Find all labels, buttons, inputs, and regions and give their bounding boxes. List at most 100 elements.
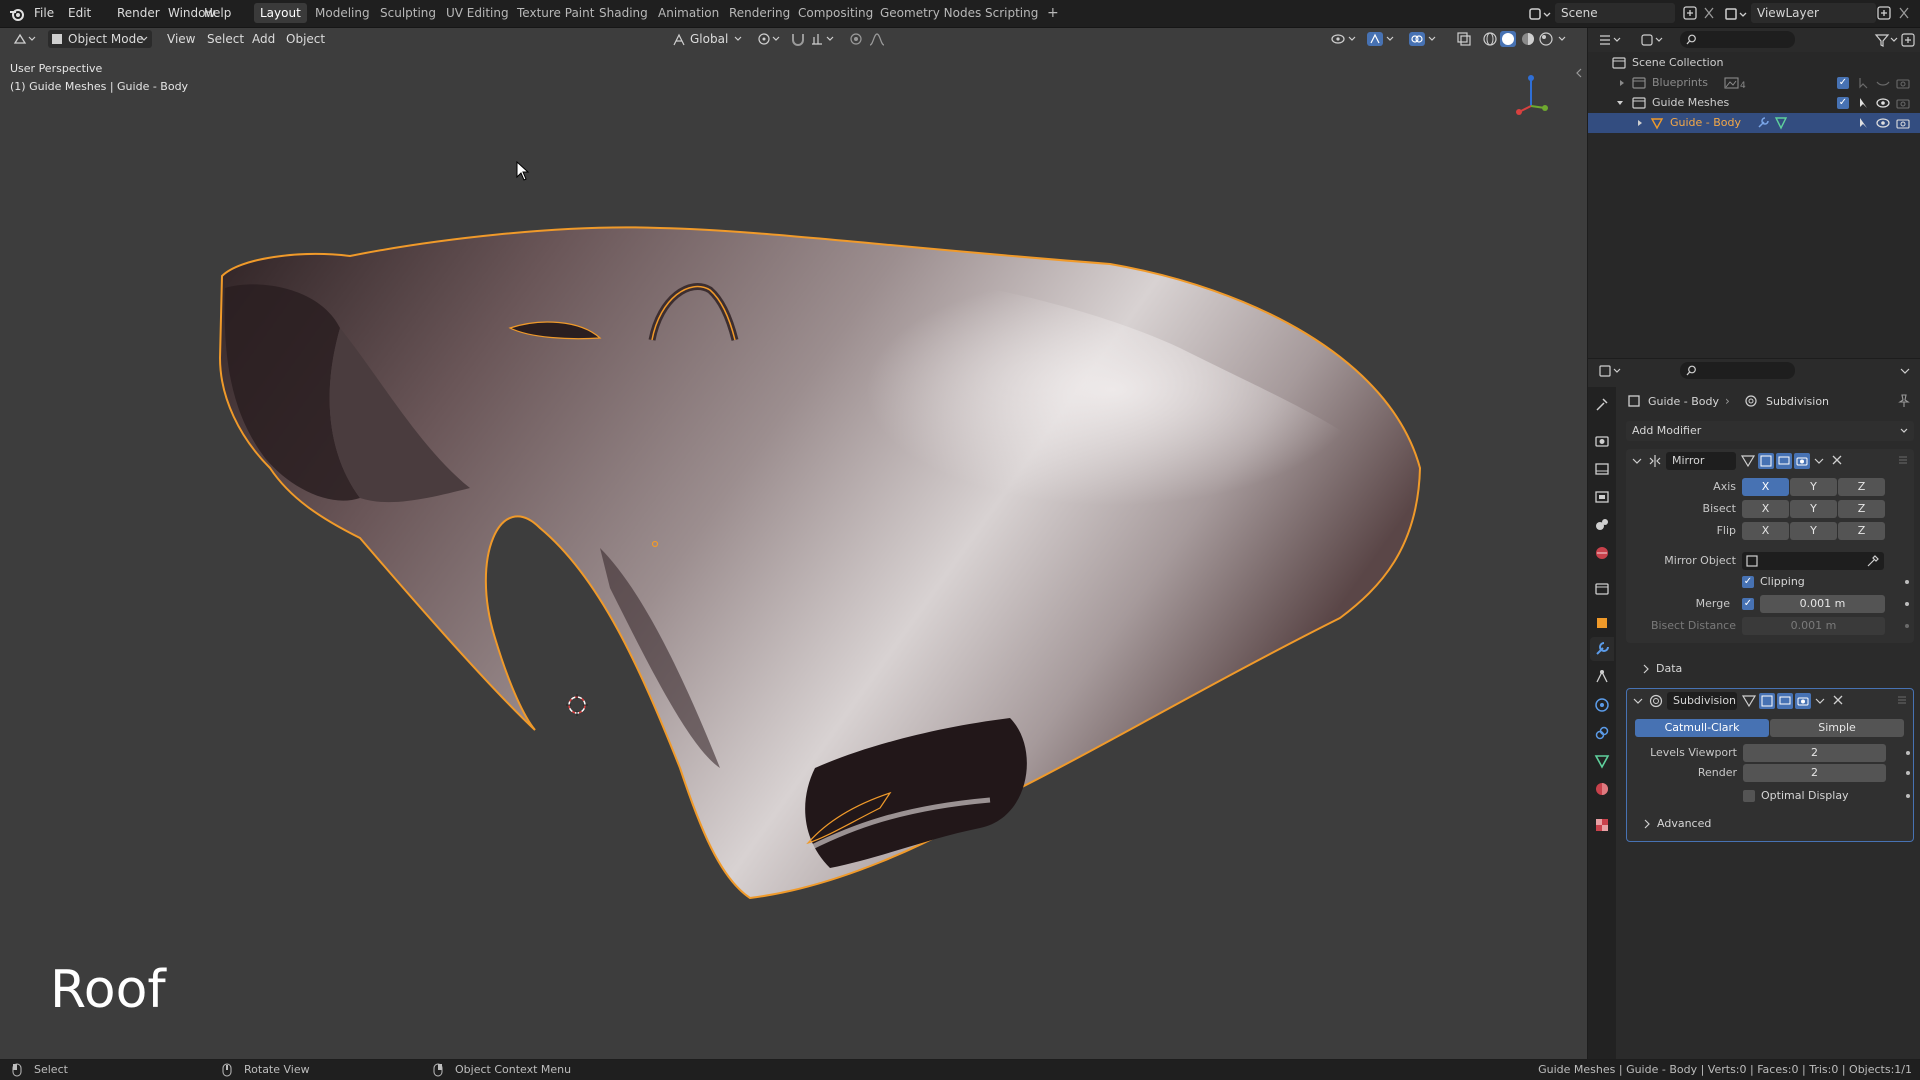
keyframe-dot[interactable] — [1905, 602, 1909, 606]
exclude-checkbox[interactable]: ✓ — [1837, 77, 1849, 89]
modifier-menu-chevron-icon[interactable] — [1815, 697, 1825, 705]
bisect-distance-field[interactable]: 0.001 m — [1742, 617, 1885, 635]
outliner-item-guide-meshes[interactable]: Guide Meshes ✓ — [1588, 93, 1920, 113]
flip-y-toggle[interactable]: Y — [1790, 522, 1837, 540]
levels-viewport-field[interactable]: 2 — [1743, 744, 1886, 762]
proportional-edit-icon[interactable] — [848, 31, 864, 47]
collapse-chevron-icon[interactable] — [1632, 457, 1642, 465]
display-mode-icon[interactable] — [1640, 32, 1666, 48]
menu-edit[interactable]: Edit — [68, 6, 91, 20]
modifier-menu-chevron-icon[interactable] — [1814, 457, 1824, 465]
delete-view-layer-icon[interactable] — [1898, 6, 1910, 20]
flip-x-toggle[interactable]: X — [1742, 522, 1789, 540]
menu-view[interactable]: View — [167, 32, 195, 46]
keyframe-dot[interactable] — [1906, 751, 1910, 755]
render-camera-icon[interactable] — [1896, 77, 1910, 89]
exclude-checkbox[interactable]: ✓ — [1837, 97, 1849, 109]
falloff-icon[interactable] — [868, 31, 894, 47]
solid-shading-icon[interactable] — [1500, 31, 1516, 47]
car-body-mesh[interactable] — [0, 28, 1587, 1059]
modifier-tab-icon[interactable] — [1594, 641, 1610, 657]
outliner-item-blueprints[interactable]: Blueprints 4 ✓ — [1588, 73, 1920, 93]
outliner-scene-collection[interactable]: Scene Collection — [1588, 53, 1920, 73]
menu-add[interactable]: Add — [252, 32, 275, 46]
close-icon[interactable] — [1832, 455, 1842, 465]
particles-tab-icon[interactable] — [1594, 669, 1610, 685]
tool-tab-icon[interactable] — [1594, 397, 1610, 413]
bisect-y-toggle[interactable]: Y — [1790, 500, 1837, 518]
collection-tab-icon[interactable] — [1594, 581, 1610, 597]
axis-z-toggle[interactable]: Z — [1838, 478, 1885, 496]
bisect-x-toggle[interactable]: X — [1742, 500, 1789, 518]
eyedropper-icon[interactable] — [1866, 554, 1880, 568]
texture-tab-icon[interactable] — [1594, 817, 1610, 833]
wireframe-shading-icon[interactable] — [1482, 31, 1498, 47]
menu-help[interactable]: Help — [204, 6, 231, 20]
simple-button[interactable]: Simple — [1770, 719, 1904, 737]
select-arrow-icon[interactable] — [1858, 96, 1870, 110]
object-tab-icon[interactable] — [1594, 615, 1610, 631]
bisect-z-toggle[interactable]: Z — [1838, 500, 1885, 518]
keyframe-dot[interactable] — [1905, 624, 1909, 628]
properties-search-input[interactable] — [1680, 362, 1795, 379]
render-toggle-icon[interactable] — [1795, 693, 1811, 709]
outliner-search-input[interactable] — [1680, 31, 1795, 48]
data-subpanel-header[interactable]: Data — [1642, 660, 1842, 678]
navigation-gizmo[interactable] — [1505, 68, 1555, 118]
viewport-toggle-icon[interactable] — [1776, 453, 1792, 469]
sidebar-toggle-icon[interactable] — [1575, 68, 1583, 78]
mirror-name-field[interactable]: Mirror — [1666, 452, 1736, 470]
flip-z-toggle[interactable]: Z — [1838, 522, 1885, 540]
axis-y-toggle[interactable]: Y — [1790, 478, 1837, 496]
3d-viewport[interactable]: User Perspective (1) Guide Meshes | Guid… — [0, 28, 1587, 1059]
physics-tab-icon[interactable] — [1594, 697, 1610, 713]
add-modifier-dropdown[interactable]: Add Modifier — [1626, 421, 1914, 441]
properties-editor-type-icon[interactable] — [1598, 363, 1624, 379]
transform-orientation-selector[interactable]: Global — [670, 30, 746, 48]
overlays-toggle-icon[interactable] — [1408, 31, 1438, 47]
tab-shading[interactable]: Shading — [593, 3, 654, 23]
filter-icon[interactable] — [1874, 32, 1900, 48]
render-camera-icon[interactable] — [1896, 97, 1910, 109]
render-camera-icon[interactable] — [1896, 117, 1910, 129]
hidden-eye-icon[interactable] — [1876, 77, 1890, 89]
expand-arrow-icon[interactable] — [1636, 119, 1644, 127]
menu-object[interactable]: Object — [286, 32, 325, 46]
select-arrow-icon[interactable] — [1858, 76, 1870, 90]
catmull-clark-button[interactable]: Catmull-Clark — [1635, 719, 1769, 737]
expand-arrow-icon[interactable] — [1618, 79, 1626, 87]
tab-scripting[interactable]: Scripting — [979, 3, 1044, 23]
material-tab-icon[interactable] — [1594, 781, 1610, 797]
menu-render[interactable]: Render — [117, 6, 160, 20]
data-tab-icon[interactable] — [1594, 753, 1610, 769]
snap-icon[interactable] — [790, 31, 806, 47]
eye-icon[interactable] — [1876, 97, 1890, 109]
3d-cursor-icon[interactable] — [565, 693, 589, 717]
rendered-shading-icon[interactable] — [1538, 31, 1554, 47]
options-chevron-icon[interactable] — [1900, 367, 1910, 375]
shading-options-chevron-icon[interactable] — [1558, 35, 1566, 43]
render-tab-icon[interactable] — [1594, 433, 1610, 449]
mode-selector[interactable]: Object Mode — [48, 30, 152, 48]
drag-handle-icon[interactable] — [1897, 695, 1907, 705]
tab-sculpting[interactable]: Sculpting — [374, 3, 442, 23]
tab-rendering[interactable]: Rendering — [723, 3, 796, 23]
blender-logo-icon[interactable] — [9, 6, 25, 22]
tab-layout[interactable]: Layout — [254, 3, 307, 23]
view-layer-selector[interactable]: ViewLayer — [1751, 3, 1876, 23]
output-tab-icon[interactable] — [1594, 461, 1610, 477]
xray-toggle-icon[interactable] — [1456, 31, 1472, 47]
pivot-point-icon[interactable] — [756, 31, 782, 47]
merge-checkbox[interactable]: ✓ — [1742, 598, 1754, 610]
render-toggle-icon[interactable] — [1794, 453, 1810, 469]
viewport-toggle-icon[interactable] — [1777, 693, 1793, 709]
delete-scene-icon[interactable] — [1703, 6, 1715, 20]
material-preview-icon[interactable] — [1520, 31, 1536, 47]
merge-distance-field[interactable]: 0.001 m — [1760, 595, 1885, 613]
menu-file[interactable]: File — [34, 6, 54, 20]
menu-select[interactable]: Select — [207, 32, 244, 46]
edit-mode-toggle-icon[interactable] — [1741, 693, 1757, 709]
collapse-arrow-icon[interactable] — [1616, 99, 1624, 107]
new-view-layer-icon[interactable] — [1876, 5, 1892, 21]
render-levels-field[interactable]: 2 — [1743, 764, 1886, 782]
